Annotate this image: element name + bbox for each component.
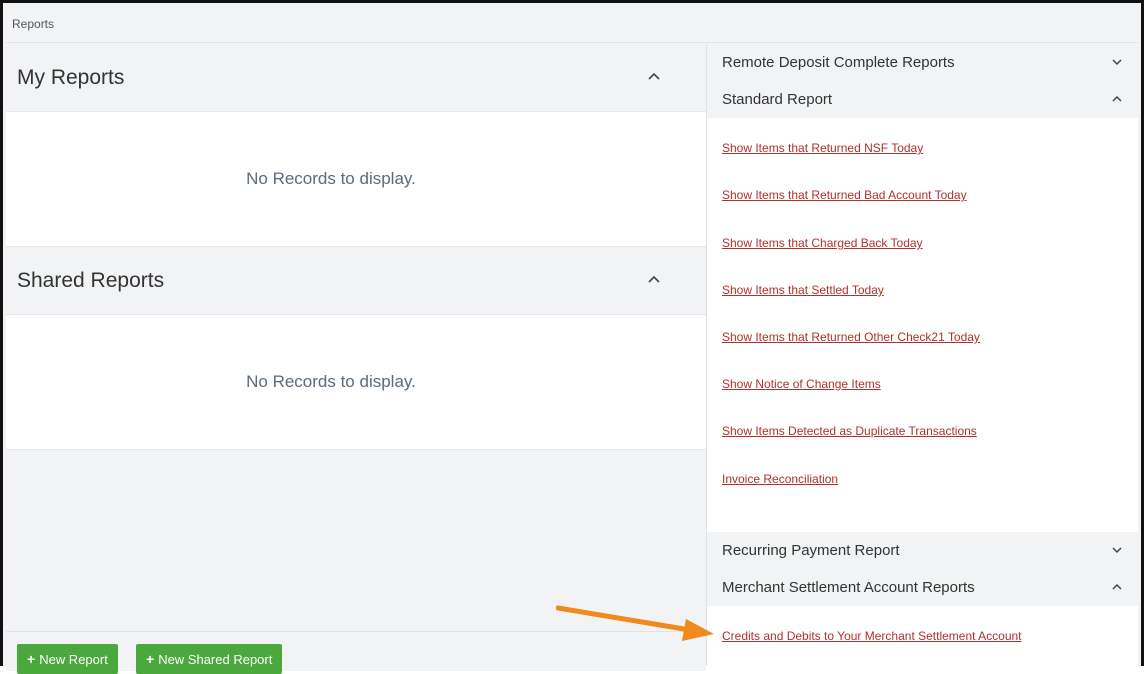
chevron-down-icon[interactable] — [1110, 543, 1124, 557]
report-link-charged-back[interactable]: Show Items that Charged Back Today — [722, 236, 923, 250]
chevron-up-icon[interactable] — [646, 271, 662, 287]
plus-icon: + — [146, 651, 155, 667]
new-shared-report-button[interactable]: + New Shared Report — [136, 644, 283, 674]
chevron-up-icon[interactable] — [646, 68, 662, 84]
my-reports-body: No Records to display. — [6, 111, 706, 247]
section-title: Merchant Settlement Account Reports — [722, 579, 975, 596]
chevron-up-icon[interactable] — [1110, 92, 1124, 106]
report-link-duplicate-transactions[interactable]: Show Items Detected as Duplicate Transac… — [722, 424, 977, 438]
left-column: My Reports No Records to display. Shared… — [6, 44, 706, 674]
my-reports-empty-message: No Records to display. — [246, 169, 416, 188]
breadcrumb[interactable]: Reports — [12, 17, 54, 31]
report-link-settled[interactable]: Show Items that Settled Today — [722, 283, 884, 297]
chevron-up-icon[interactable] — [1110, 580, 1124, 594]
report-link-returned-bad-account[interactable]: Show Items that Returned Bad Account Tod… — [722, 188, 967, 202]
section-recurring-payment-report[interactable]: Recurring Payment Report — [707, 532, 1138, 569]
shared-reports-header[interactable]: Shared Reports — [6, 247, 706, 314]
section-title: Standard Report — [722, 91, 833, 108]
section-merchant-settlement-account-reports[interactable]: Merchant Settlement Account Reports — [707, 569, 1138, 606]
annotation-arrow-icon — [556, 605, 714, 641]
new-shared-report-label: New Shared Report — [158, 651, 273, 667]
report-link-merchant-settlement-credits-debits[interactable]: Credits and Debits to Your Merchant Sett… — [722, 629, 1022, 643]
new-report-button[interactable]: + New Report — [17, 644, 118, 674]
section-title: Recurring Payment Report — [722, 542, 900, 559]
chevron-down-icon[interactable] — [1110, 55, 1124, 69]
report-link-returned-other-check21[interactable]: Show Items that Returned Other Check21 T… — [722, 330, 980, 344]
section-standard-report[interactable]: Standard Report — [707, 81, 1138, 118]
my-reports-header[interactable]: My Reports — [6, 44, 706, 111]
plus-icon: + — [27, 651, 36, 667]
shared-reports-title: Shared Reports — [17, 268, 165, 292]
report-link-invoice-reconciliation[interactable]: Invoice Reconciliation — [722, 472, 838, 486]
report-link-returned-nsf[interactable]: Show Items that Returned NSF Today — [722, 141, 923, 155]
breadcrumb-bar: Reports — [6, 6, 1138, 43]
section-remote-deposit-complete-reports[interactable]: Remote Deposit Complete Reports — [707, 44, 1138, 81]
report-link-notice-of-change[interactable]: Show Notice of Change Items — [722, 377, 881, 391]
my-reports-title: My Reports — [17, 65, 125, 89]
reports-page: Reports My Reports No Records to display… — [0, 0, 1144, 674]
right-column: Remote Deposit Complete Reports Standard… — [706, 44, 1138, 666]
section-title: Remote Deposit Complete Reports — [722, 54, 955, 71]
shared-reports-body: No Records to display. — [6, 314, 706, 450]
shared-reports-empty-message: No Records to display. — [246, 372, 416, 391]
new-report-label: New Report — [39, 651, 108, 667]
